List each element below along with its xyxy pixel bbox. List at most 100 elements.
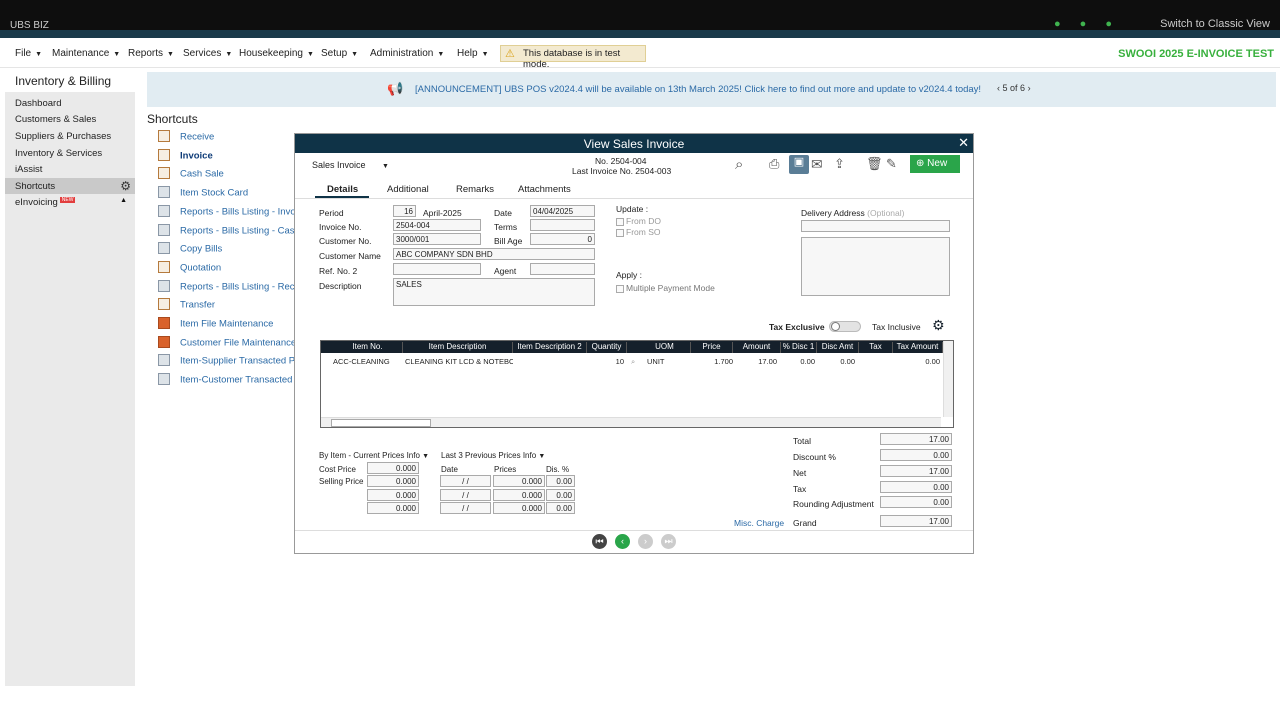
date-field[interactable]: 04/04/2025	[530, 205, 595, 217]
delivery-address-line[interactable]	[801, 220, 950, 232]
col-amount[interactable]: Amount	[733, 342, 781, 353]
shortcut-copy-bills[interactable]: Copy Bills	[158, 242, 222, 259]
col-price[interactable]: Price	[691, 342, 733, 353]
sidebar-item-iassist[interactable]: iAssist	[5, 161, 135, 177]
cell-uom[interactable]: UNIT	[647, 357, 687, 366]
prev-arrow-icon[interactable]: ‹	[997, 83, 1000, 93]
cell-disc-amt[interactable]: 0.00	[817, 357, 855, 366]
cell-amount[interactable]: 17.00	[733, 357, 777, 366]
shortcut-item-supplier-price[interactable]: Item-Supplier Transacted Price	[158, 354, 310, 371]
cell-disc1[interactable]: 0.00	[781, 357, 815, 366]
collapse-arrow-icon[interactable]: ▲	[120, 197, 127, 204]
new-button[interactable]: ⊕ New	[910, 155, 960, 173]
period-field[interactable]: 16	[393, 205, 416, 217]
sidebar-item-suppliers-purchases[interactable]: Suppliers & Purchases	[5, 128, 135, 144]
sidebar-item-customers-sales[interactable]: Customers & Sales	[5, 111, 135, 127]
col-item-description[interactable]: Item Description	[403, 342, 513, 353]
shortcut-bills-listing-invoice[interactable]: Reports - Bills Listing - Invoice	[158, 205, 308, 222]
ref-no-2-field[interactable]	[393, 263, 481, 275]
menu-maintenance[interactable]: Maintenance ▼	[52, 48, 120, 59]
first-record-icon[interactable]: ⏮	[592, 534, 607, 549]
col-disc-amt[interactable]: Disc Amt	[817, 342, 859, 353]
from-so-checkbox[interactable]: From SO	[616, 227, 660, 237]
tab-details[interactable]: Details	[327, 184, 358, 195]
menu-services[interactable]: Services ▼	[183, 48, 232, 59]
lookup-icon[interactable]: ⌕	[631, 357, 635, 367]
menu-help[interactable]: Help ▼	[457, 48, 489, 59]
cell-description[interactable]: CLEANING KIT LCD & NOTEBOOK	[405, 357, 513, 366]
switch-classic-view-link[interactable]: Switch to Classic View	[1160, 18, 1270, 30]
gear-icon[interactable]: ⚙	[120, 179, 131, 193]
previous-record-icon[interactable]: ‹	[615, 534, 630, 549]
preview-icon[interactable]: ▣	[789, 155, 809, 174]
share-icon[interactable]: ⇪	[834, 156, 845, 172]
edit-icon[interactable]: ✎	[886, 156, 897, 172]
from-do-checkbox[interactable]: From DO	[616, 216, 661, 226]
terms-field[interactable]	[530, 219, 595, 231]
top-status-icons[interactable]: ● ● ●	[1054, 18, 1120, 30]
delete-icon[interactable]: 🗑	[866, 156, 883, 172]
col-quantity[interactable]: Quantity	[587, 342, 627, 353]
misc-charge-link[interactable]: Misc. Charge	[734, 518, 784, 528]
multiple-payment-mode-checkbox[interactable]: Multiple Payment Mode	[616, 283, 715, 293]
email-icon[interactable]: ✉	[811, 156, 823, 173]
menu-administration[interactable]: Administration ▼	[370, 48, 444, 59]
col-tax[interactable]: Tax	[859, 342, 893, 353]
cell-tax-amount[interactable]: 0.00	[893, 357, 940, 366]
previous-prices-select[interactable]: Last 3 Previous Prices Info ▼	[441, 451, 545, 460]
announcement-link[interactable]: [ANNOUNCEMENT] UBS POS v2024.4 will be a…	[415, 84, 981, 95]
sidebar-item-shortcuts[interactable]: Shortcuts ⚙	[5, 178, 135, 194]
invoice-number: No. 2504-004	[595, 156, 647, 166]
agent-field[interactable]	[530, 263, 595, 275]
sidebar-item-dashboard[interactable]: Dashboard	[5, 95, 135, 111]
tax-toggle[interactable]	[829, 321, 861, 332]
shortcut-bills-listing-cash[interactable]: Reports - Bills Listing - Cash S	[158, 224, 309, 241]
print-icon[interactable]: ⎙	[769, 156, 779, 172]
shortcut-item-customer-price[interactable]: Item-Customer Transacted Pri	[158, 373, 307, 390]
cell-price[interactable]: 1.700	[691, 357, 733, 366]
tab-attachments[interactable]: Attachments	[518, 184, 571, 195]
shortcut-quotation[interactable]: Quotation	[158, 261, 221, 278]
horizontal-scrollbar[interactable]	[321, 417, 941, 427]
sidebar-item-einvoicing[interactable]: eInvoicing NEW ▲	[5, 194, 135, 210]
customer-no-field[interactable]: 3000/001	[393, 233, 481, 245]
current-prices-select[interactable]: By Item - Current Prices Info ▼	[319, 451, 429, 460]
menu-setup[interactable]: Setup ▼	[321, 48, 358, 59]
search-icon[interactable]: ⌕	[735, 156, 743, 173]
col-tax-amount[interactable]: Tax Amount	[893, 342, 943, 353]
tab-additional[interactable]: Additional	[387, 184, 429, 195]
invoice-no-field[interactable]: 2504-004	[393, 219, 481, 231]
description-field[interactable]: SALES	[393, 278, 595, 306]
doc-type-select[interactable]: Sales Invoice ▼	[312, 160, 389, 170]
customer-name-field[interactable]: ABC COMPANY SDN BHD	[393, 248, 595, 260]
shortcut-item-file-maintenance[interactable]: Item File Maintenance	[158, 317, 273, 334]
customer-name-label: Customer Name	[319, 251, 381, 261]
last-record-icon[interactable]: ⏭	[661, 534, 676, 549]
menu-housekeeping[interactable]: Housekeeping ▼	[239, 48, 314, 59]
discount-field[interactable]: 0.00	[880, 449, 952, 461]
cell-item-no[interactable]: ACC-CLEANING	[333, 357, 403, 366]
sidebar-item-inventory-services[interactable]: Inventory & Services	[5, 145, 135, 161]
col-item-no[interactable]: Item No.	[333, 342, 403, 353]
grid-settings-gear-icon[interactable]: ⚙	[932, 317, 945, 334]
col-disc1[interactable]: % Disc 1	[781, 342, 817, 353]
delivery-address-field[interactable]	[801, 237, 950, 296]
tab-remarks[interactable]: Remarks	[456, 184, 494, 195]
shortcut-bills-listing-receive[interactable]: Reports - Bills Listing - Receive	[158, 280, 312, 297]
cell-quantity[interactable]: 10	[587, 357, 624, 366]
next-arrow-icon[interactable]: ›	[1028, 83, 1031, 93]
tax-total-field: 0.00	[880, 481, 952, 493]
shortcut-receive[interactable]: Receive	[158, 130, 214, 147]
menu-file[interactable]: File ▼	[15, 48, 42, 59]
shortcut-item-stock-card[interactable]: Item Stock Card	[158, 186, 248, 203]
col-item-description-2[interactable]: Item Description 2	[513, 342, 587, 353]
shortcut-transfer[interactable]: Transfer	[158, 298, 215, 315]
shortcut-invoice[interactable]: Invoice	[158, 149, 213, 166]
next-record-icon[interactable]: ›	[638, 534, 653, 549]
shortcut-cash-sale[interactable]: Cash Sale	[158, 167, 224, 184]
close-icon[interactable]: ✕	[958, 135, 969, 151]
menu-reports[interactable]: Reports ▼	[128, 48, 174, 59]
vertical-scrollbar[interactable]	[943, 341, 953, 417]
col-uom[interactable]: UOM	[639, 342, 691, 353]
shortcut-customer-file-maintenance[interactable]: Customer File Maintenance	[158, 336, 296, 353]
